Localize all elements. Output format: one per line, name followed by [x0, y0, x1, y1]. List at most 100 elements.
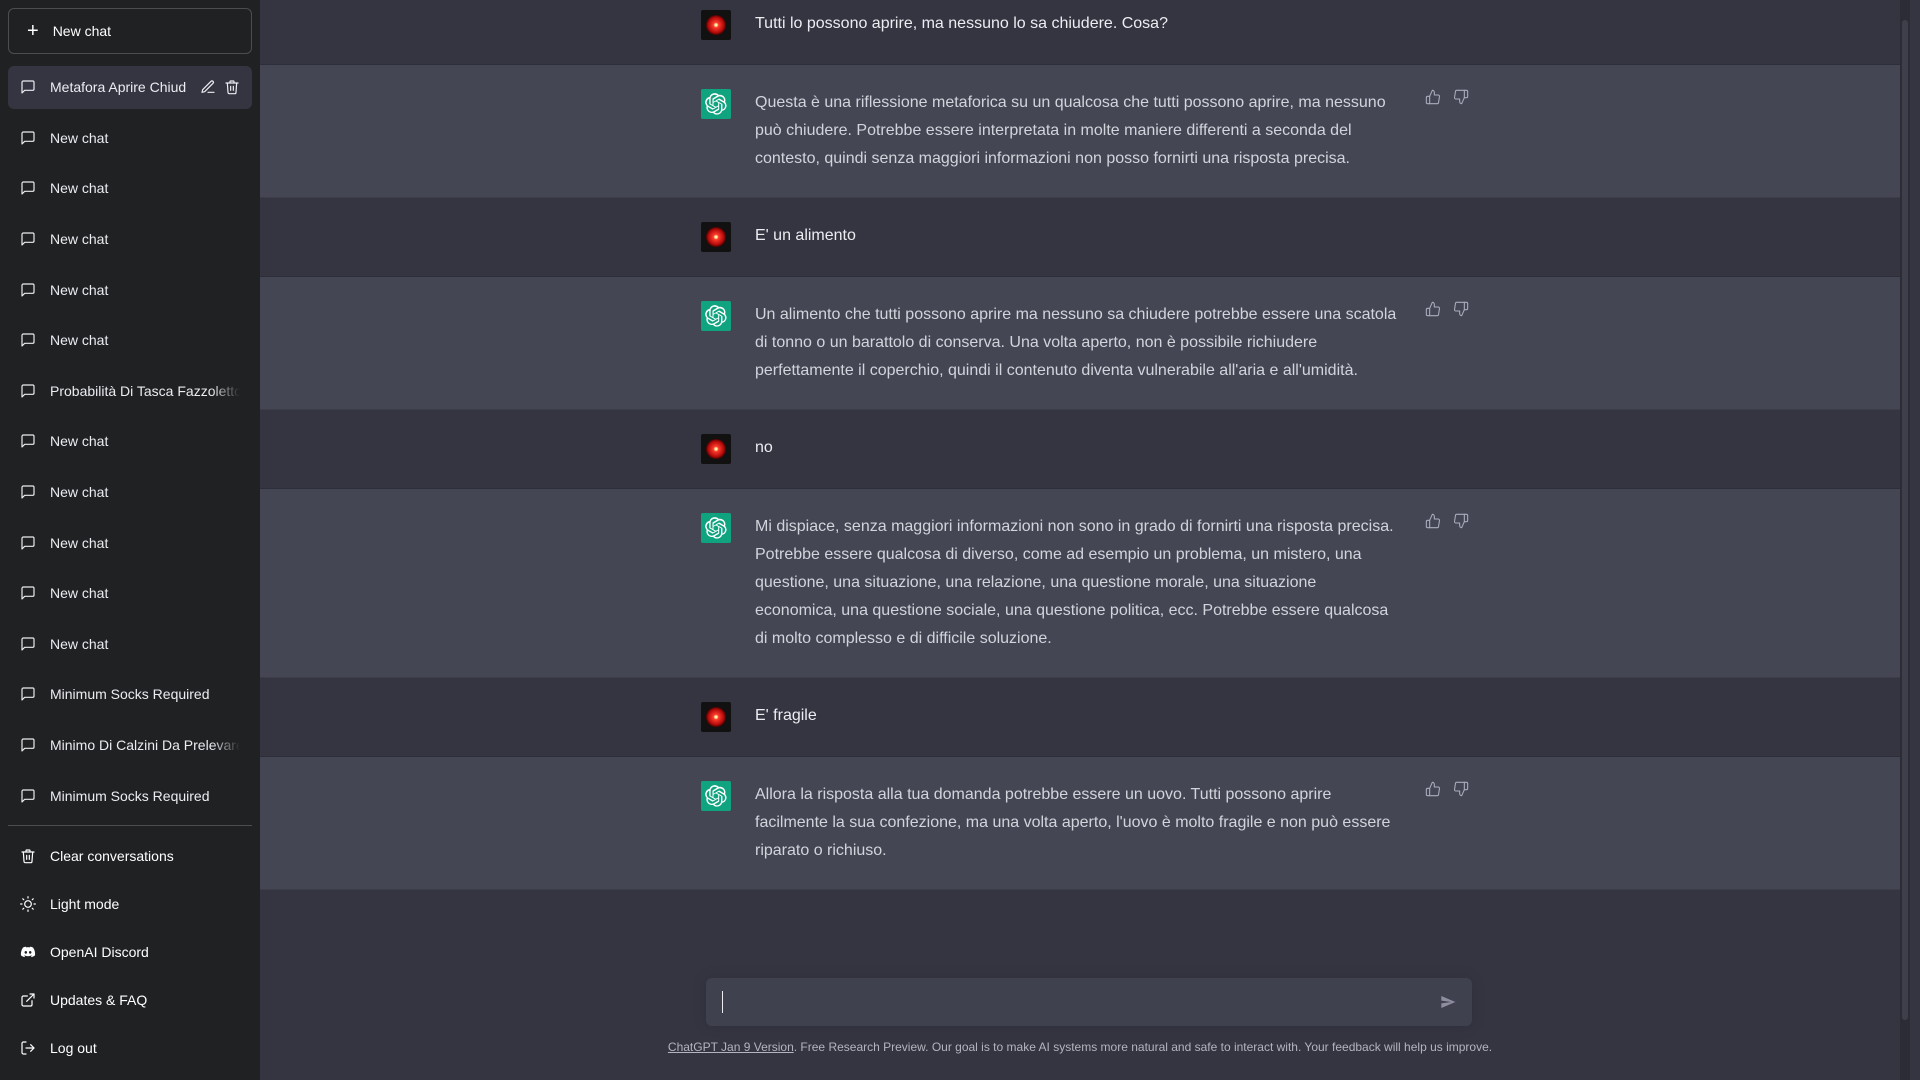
message-content: Allora la risposta alla tua domanda potr… [701, 757, 1469, 889]
discord-label: OpenAI Discord [50, 944, 149, 960]
hal-eye-icon [706, 707, 726, 727]
thumbs-down-icon[interactable] [1453, 301, 1469, 317]
thumbs-up-icon[interactable] [1425, 513, 1441, 529]
chat-history-item[interactable]: New chat [8, 572, 252, 615]
chat-bubble-icon [20, 383, 36, 399]
chat-history-item[interactable]: New chat [8, 117, 252, 160]
feedback-buttons [1425, 301, 1469, 385]
chatgpt-logo-icon [701, 301, 731, 331]
user-avatar [701, 702, 731, 732]
chat-bubble-icon [20, 686, 36, 702]
chat-history-label: New chat [50, 281, 109, 298]
chat-history-item[interactable]: New chat [8, 471, 252, 514]
feedback-buttons [1425, 513, 1469, 653]
chat-history-item[interactable]: Minimum Socks Required [8, 673, 252, 716]
new-chat-button[interactable]: + New chat [8, 8, 252, 54]
chat-bubble-icon [20, 130, 36, 146]
chat-history-item[interactable]: New chat [8, 167, 252, 210]
chat-history-label: New chat [50, 635, 109, 652]
message-text: Allora la risposta alla tua domanda potr… [755, 786, 1391, 859]
chat-history-label: New chat [50, 332, 109, 349]
feedback-buttons [1425, 89, 1469, 173]
trash-icon[interactable] [224, 79, 240, 95]
chat-history-item[interactable]: New chat [8, 420, 252, 463]
scrollbar[interactable] [1900, 0, 1910, 1080]
chat-bubble-icon [20, 535, 36, 551]
chat-bubble-icon [20, 282, 36, 298]
message-text: Mi dispiace, senza maggiori informazioni… [755, 518, 1394, 647]
chat-bubble-icon [20, 484, 36, 500]
message-content: E' fragile [701, 678, 1469, 756]
chat-history-item[interactable]: Minimum Socks Required [8, 774, 252, 817]
chat-bubble-icon [20, 180, 36, 196]
hal-eye-icon [706, 227, 726, 247]
chat-history-label: New chat [50, 585, 109, 602]
message-text: no [755, 439, 773, 456]
logout-icon [20, 1040, 36, 1056]
assistant-message: Questa è una riflessione metaforica su u… [260, 65, 1910, 198]
disclaimer: ChatGPT Jan 9 Version. Free Research Pre… [260, 1040, 1900, 1054]
message-input-box[interactable] [706, 978, 1472, 1026]
thumbs-down-icon[interactable] [1453, 89, 1469, 105]
sun-icon [20, 896, 36, 912]
chat-history-list: Metafora Aprire Chiude New chat New chat Ne… [8, 66, 252, 825]
message-content: Un alimento che tutti possono aprire ma … [701, 277, 1469, 409]
chat-history-label: Minimum Socks Required [50, 686, 210, 703]
clear-conversations-button[interactable]: Clear conversations [8, 832, 252, 880]
chat-history-label: New chat [50, 129, 109, 146]
message-content: Mi dispiace, senza maggiori informazioni… [701, 489, 1469, 677]
chat-history-label: Minimum Socks Required [50, 787, 210, 804]
external-link-icon [20, 992, 36, 1008]
main-chat-area: Tutti lo possono aprire, ma nessuno lo s… [260, 0, 1910, 1080]
thumbs-down-icon[interactable] [1453, 781, 1469, 797]
chat-history-label: Probabilità Di Tasca Fazzoletto [50, 382, 240, 399]
chat-history-label: New chat [50, 231, 109, 248]
message-text: Tutti lo possono aprire, ma nessuno lo s… [755, 15, 1168, 32]
chat-history-item[interactable]: New chat [8, 218, 252, 261]
version-link[interactable]: ChatGPT Jan 9 Version [668, 1040, 794, 1054]
chat-bubble-icon [20, 79, 36, 95]
plus-icon: + [27, 20, 39, 42]
clear-conversations-label: Clear conversations [50, 848, 174, 864]
sidebar: + New chat Metafora Aprire Chiude New cha… [0, 0, 260, 1080]
chat-history-item[interactable]: New chat [8, 521, 252, 564]
chat-bubble-icon [20, 231, 36, 247]
chat-history-label: New chat [50, 433, 109, 450]
disclaimer-text: . Free Research Preview. Our goal is to … [793, 1040, 1493, 1054]
chat-history-label: New chat [50, 534, 109, 551]
message-content: E' un alimento [701, 198, 1469, 276]
chat-history-item[interactable]: New chat [8, 623, 252, 666]
message-text: E' fragile [755, 707, 817, 724]
light-mode-button[interactable]: Light mode [8, 880, 252, 928]
thumbs-up-icon[interactable] [1425, 89, 1441, 105]
new-chat-label: New chat [52, 23, 112, 39]
edit-icon[interactable] [200, 79, 216, 95]
feedback-buttons [1425, 781, 1469, 865]
user-avatar [701, 222, 731, 252]
message-text: Questa è una riflessione metaforica su u… [755, 94, 1386, 167]
logout-button[interactable]: Log out [8, 1024, 252, 1072]
message-text: E' un alimento [755, 227, 856, 244]
trash-icon [20, 848, 36, 864]
chat-history-label: New chat [50, 180, 109, 197]
chat-bubble-icon [20, 636, 36, 652]
chat-history-item[interactable]: Minimo Di Calzini Da Prelevare [8, 724, 252, 767]
send-icon[interactable] [1440, 994, 1456, 1010]
discord-link[interactable]: OpenAI Discord [8, 928, 252, 976]
updates-faq-link[interactable]: Updates & FAQ [8, 976, 252, 1024]
thumbs-up-icon[interactable] [1425, 301, 1441, 317]
hal-eye-icon [706, 439, 726, 459]
chat-history-label: Metafora Aprire Chiude [50, 79, 186, 96]
thumbs-down-icon[interactable] [1453, 513, 1469, 529]
chat-history-label: New chat [50, 484, 109, 501]
chat-history-item[interactable]: Metafora Aprire Chiude [8, 66, 252, 109]
user-avatar [701, 10, 731, 40]
scrollbar-thumb[interactable] [1902, 20, 1908, 1020]
user-message: E' fragile [260, 678, 1910, 757]
chat-history-item[interactable]: Probabilità Di Tasca Fazzoletto [8, 370, 252, 413]
chat-item-actions [200, 79, 240, 95]
chat-history-item[interactable]: New chat [8, 319, 252, 362]
message-input[interactable] [723, 993, 1440, 1011]
thumbs-up-icon[interactable] [1425, 781, 1441, 797]
chat-history-item[interactable]: New chat [8, 268, 252, 311]
